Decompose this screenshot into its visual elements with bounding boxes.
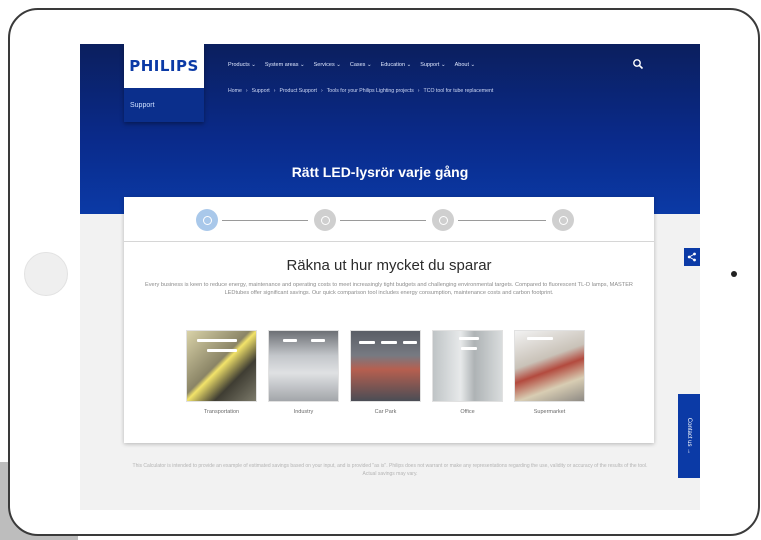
tile-label: Car Park <box>374 409 397 415</box>
breadcrumb: Home › Support › Product Support › Tools… <box>228 88 494 94</box>
breadcrumb-home[interactable]: Home <box>228 88 242 94</box>
nav-item-cases[interactable]: Cases ⌄ <box>350 62 372 68</box>
breadcrumb-current: TCO tool for tube replacement <box>423 88 494 94</box>
office-image <box>432 330 503 402</box>
search-icon[interactable] <box>632 58 644 70</box>
step-4-icon[interactable] <box>552 209 574 231</box>
philips-logo-block[interactable]: PHILIPS Support <box>124 44 204 122</box>
industry-image <box>268 330 339 402</box>
calculator-heading: Räkna ut hur mycket du sparar <box>286 257 492 274</box>
supermarket-image <box>514 330 585 402</box>
share-button[interactable] <box>684 248 700 266</box>
calculator-card: Räkna ut hur mycket du sparar Every busi… <box>124 197 654 443</box>
page-title: Rätt LED-lysrör varje gång <box>291 164 469 180</box>
car-park-image <box>350 330 421 402</box>
step-connector <box>458 220 546 221</box>
nav-item-products[interactable]: Products ⌄ <box>228 62 256 68</box>
tablet-camera <box>731 271 737 277</box>
nav-item-services[interactable]: Services ⌄ <box>314 62 341 68</box>
tablet-home-button <box>24 252 68 296</box>
nav-item-system-areas[interactable]: System areas ⌄ <box>265 62 305 68</box>
breadcrumb-support[interactable]: Support <box>252 88 270 94</box>
tile-office[interactable]: Office <box>432 330 503 415</box>
tile-industry[interactable]: Industry <box>268 330 339 415</box>
nav-item-about[interactable]: About ⌄ <box>455 62 476 68</box>
tile-label: Supermarket <box>533 409 566 415</box>
tile-label: Office <box>460 409 475 415</box>
progress-stepper <box>124 197 654 242</box>
step-connector <box>340 220 426 221</box>
tile-label: Transportation <box>203 409 240 415</box>
step-2-icon[interactable] <box>314 209 336 231</box>
transportation-image <box>186 330 257 402</box>
breadcrumb-product-support[interactable]: Product Support <box>279 88 317 94</box>
support-label: Support <box>130 102 155 109</box>
tile-car-park[interactable]: Car Park <box>350 330 421 415</box>
step-3-icon[interactable] <box>432 209 454 231</box>
nav-item-education[interactable]: Education ⌄ <box>381 62 412 68</box>
breadcrumb-tools[interactable]: Tools for your Philips Lighting projects <box>327 88 414 94</box>
hero-banner: PHILIPS Support Products ⌄ System areas … <box>80 44 700 214</box>
tile-label: Industry <box>293 409 314 415</box>
screen: PHILIPS Support Products ⌄ System areas … <box>80 44 700 510</box>
contact-us-tab[interactable]: Contact us → <box>678 394 700 478</box>
nav-item-support[interactable]: Support ⌄ <box>420 62 445 68</box>
tile-supermarket[interactable]: Supermarket <box>514 330 585 415</box>
step-1-icon[interactable] <box>196 209 218 231</box>
step-connector <box>222 220 308 221</box>
contact-us-label: Contact us → <box>686 417 693 455</box>
disclaimer-text: This Calculator is intended to provide a… <box>132 463 648 477</box>
philips-logo: PHILIPS <box>129 57 199 75</box>
main-nav: Products ⌄ System areas ⌄ Services ⌄ Cas… <box>228 62 475 68</box>
share-icon <box>687 252 696 262</box>
calculator-description: Every business is keen to reduce energy,… <box>145 282 633 296</box>
tile-transportation[interactable]: Transportation <box>186 330 257 415</box>
application-tiles: Transportation Industry Car Park Office … <box>186 330 585 415</box>
